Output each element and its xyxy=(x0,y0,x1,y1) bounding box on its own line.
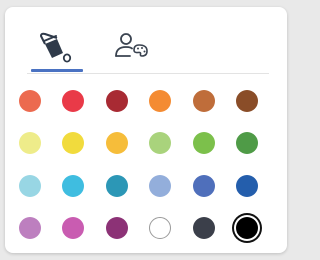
color-swatch[interactable] xyxy=(149,90,172,112)
color-swatch[interactable] xyxy=(62,132,85,155)
color-swatch[interactable] xyxy=(62,174,85,197)
color-swatch[interactable] xyxy=(149,174,172,197)
color-swatch[interactable] xyxy=(105,216,128,239)
color-swatch[interactable] xyxy=(192,216,215,239)
color-swatch[interactable] xyxy=(62,90,85,112)
picker-tabs xyxy=(27,21,269,74)
color-swatch[interactable] xyxy=(62,216,85,239)
tab-divider xyxy=(27,73,269,74)
color-swatch[interactable] xyxy=(19,90,41,112)
color-swatch[interactable] xyxy=(192,174,215,197)
color-picker-panel xyxy=(5,7,287,253)
color-swatch[interactable] xyxy=(149,216,172,239)
color-swatch[interactable] xyxy=(105,90,128,112)
paint-bucket-icon xyxy=(40,32,72,63)
color-swatch[interactable] xyxy=(236,216,258,239)
color-swatch[interactable] xyxy=(192,90,215,112)
color-swatch[interactable] xyxy=(236,90,258,112)
color-swatch[interactable] xyxy=(149,132,172,155)
color-swatch[interactable] xyxy=(19,174,41,197)
active-tab-indicator xyxy=(31,69,83,72)
color-swatch[interactable] xyxy=(105,174,128,197)
color-swatch[interactable] xyxy=(19,132,41,155)
color-swatch[interactable] xyxy=(19,216,41,239)
color-swatch[interactable] xyxy=(236,174,258,197)
tab-fill[interactable] xyxy=(31,21,83,71)
color-swatch[interactable] xyxy=(236,132,258,155)
user-palette-icon xyxy=(115,33,148,57)
color-swatch[interactable] xyxy=(192,132,215,155)
color-swatch[interactable] xyxy=(105,132,128,155)
tab-style[interactable] xyxy=(105,21,157,71)
